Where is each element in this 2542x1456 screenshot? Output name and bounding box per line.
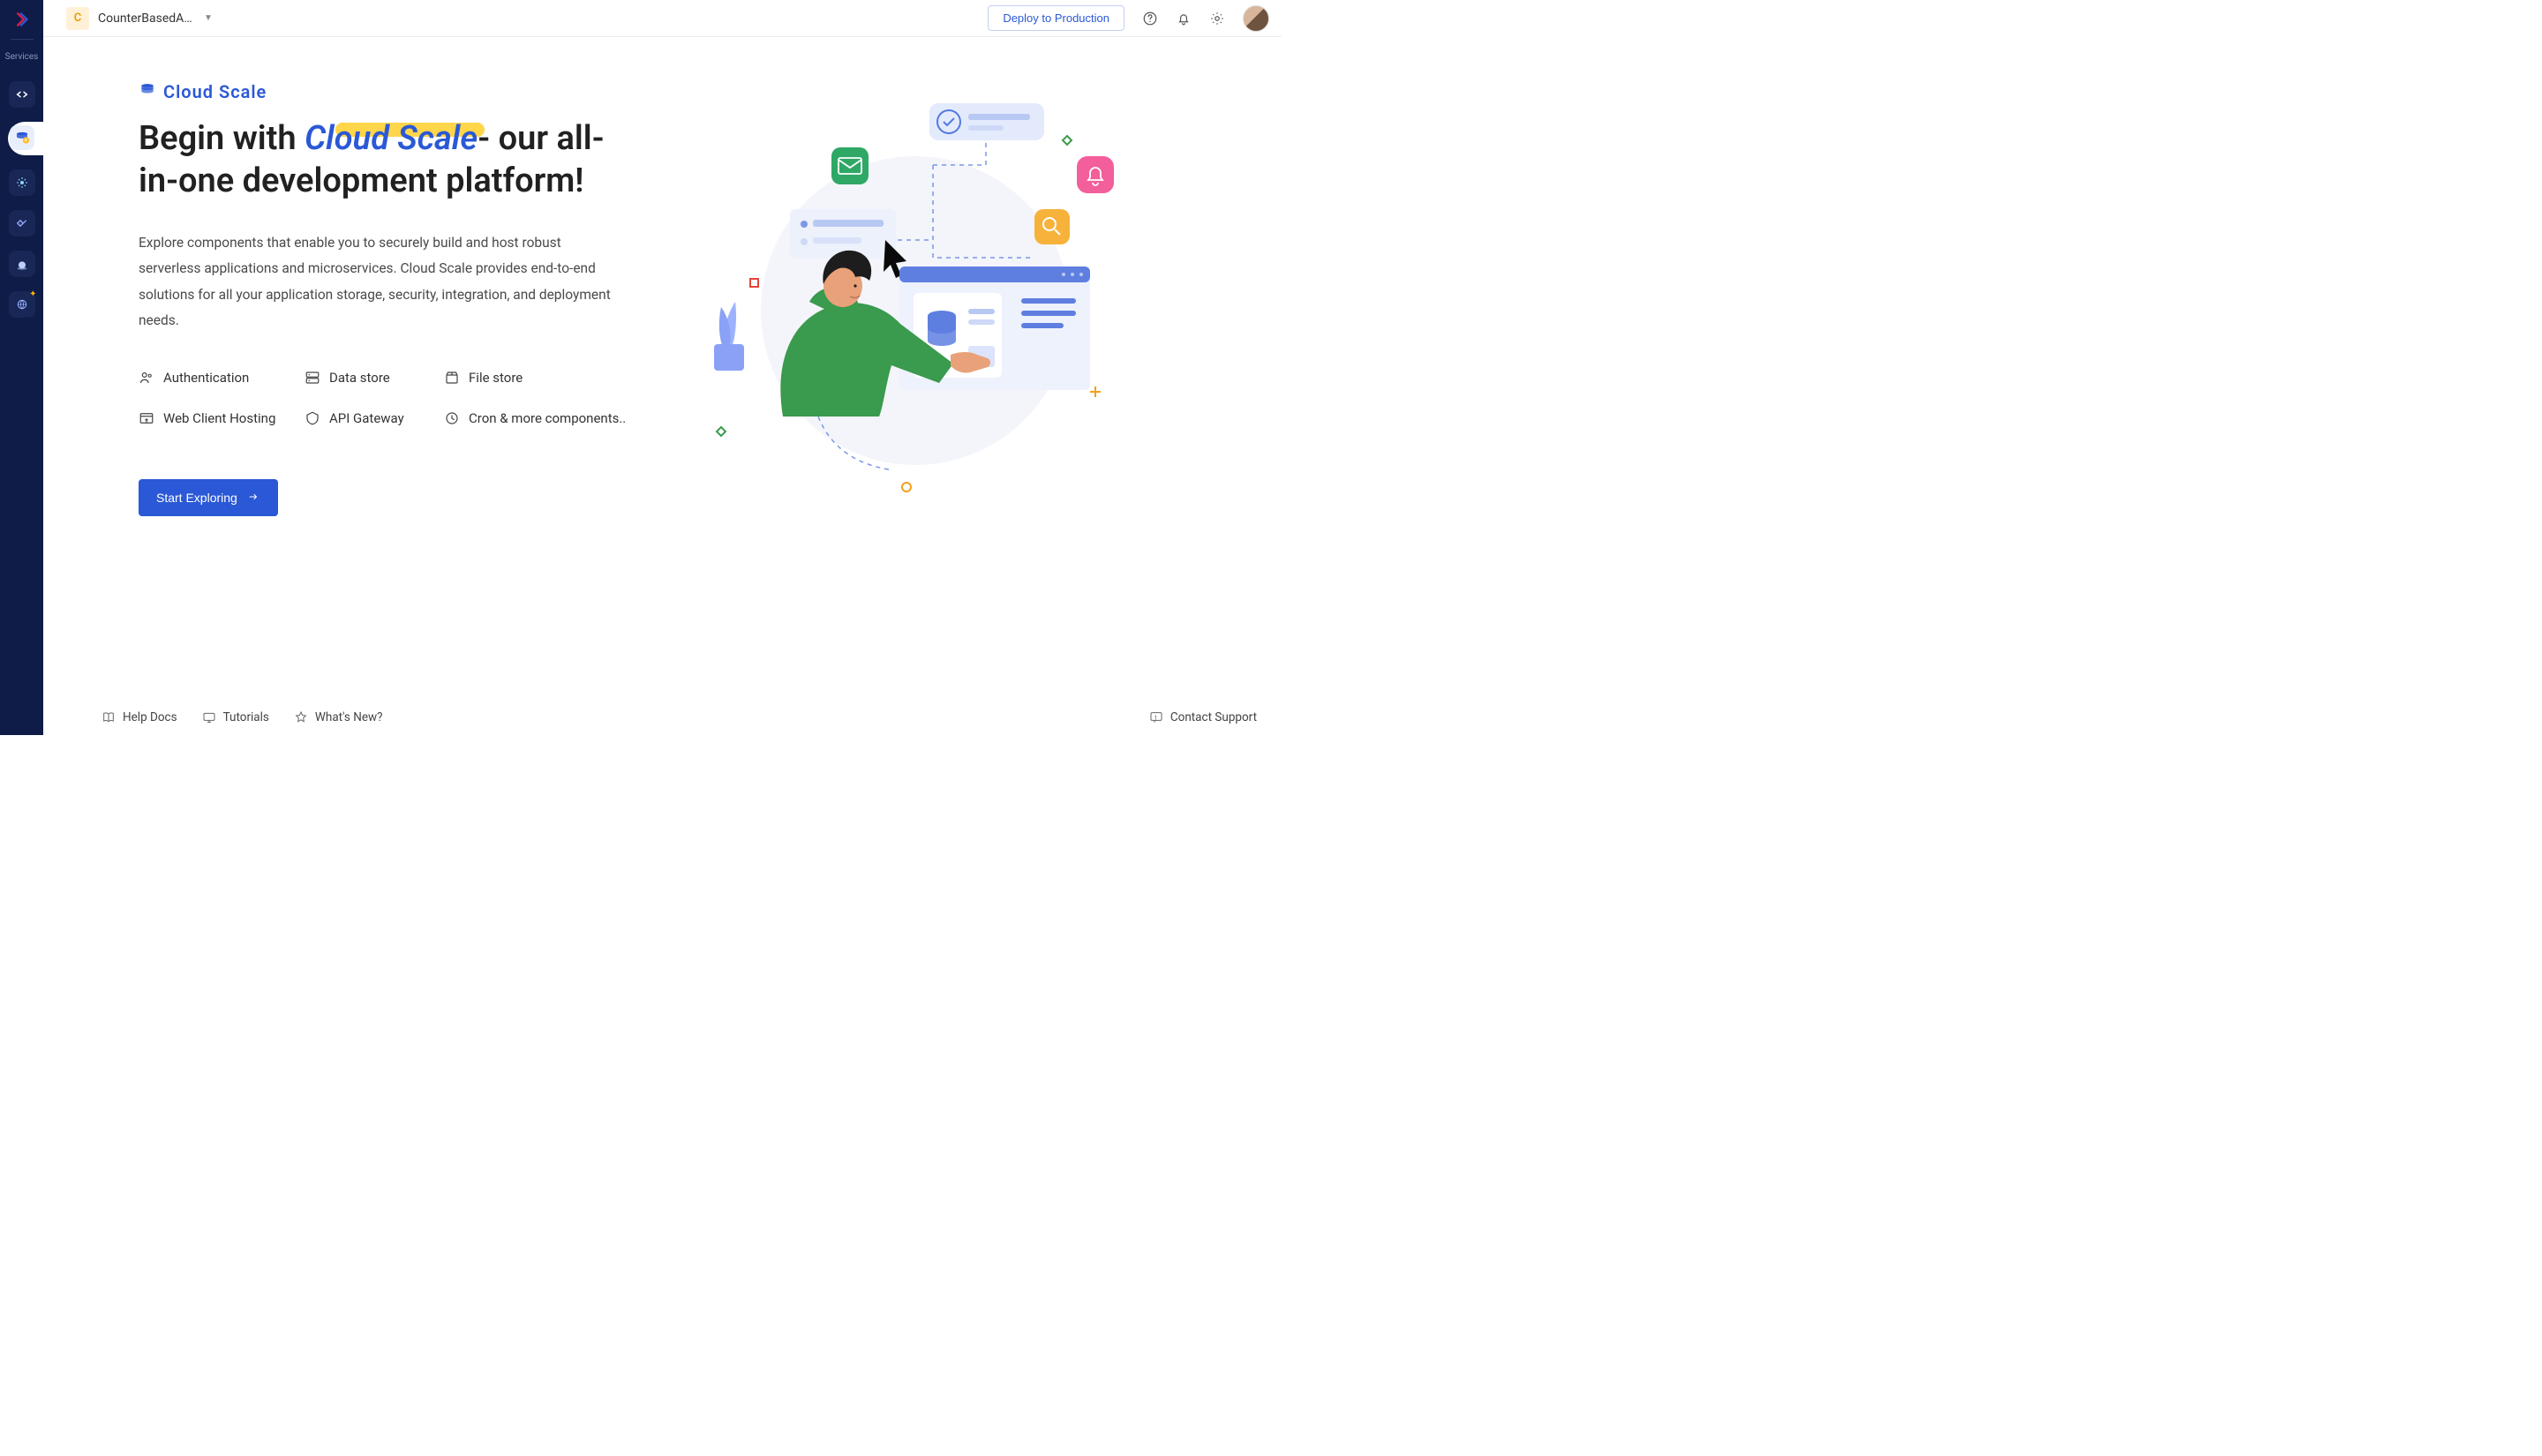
feature-label: File store xyxy=(469,370,523,386)
footer: Help Docs Tutorials What's New? Contact … xyxy=(43,700,1282,735)
sidebar-divider xyxy=(11,39,34,40)
feature-datastore: Data store xyxy=(305,370,437,386)
settings-icon[interactable] xyxy=(1209,11,1225,26)
headline-prefix: Begin with xyxy=(139,119,305,158)
feature-grid: Authentication Data store File store Web… xyxy=(139,370,633,426)
footer-whats-new[interactable]: What's New? xyxy=(294,710,383,724)
sidebar-item-develop[interactable] xyxy=(9,81,35,108)
user-icon xyxy=(139,370,154,386)
footer-label: Contact Support xyxy=(1170,710,1257,724)
topbar: C CounterBasedAl… ▼ Deploy to Production xyxy=(43,0,1282,37)
cta-label: Start Exploring xyxy=(156,491,237,505)
star-icon xyxy=(294,710,308,724)
app-logo-icon[interactable] xyxy=(11,9,33,30)
footer-help-docs[interactable]: Help Docs xyxy=(102,710,177,724)
feature-authentication: Authentication xyxy=(139,370,297,386)
content-column: Cloud Scale Begin with Cloud Scale- our … xyxy=(139,81,633,682)
feature-webclient: Web Client Hosting xyxy=(139,410,297,426)
project-name[interactable]: CounterBasedAl… xyxy=(98,11,195,26)
project-dropdown-icon[interactable]: ▼ xyxy=(204,13,213,23)
server-icon xyxy=(305,370,320,386)
brand-row: Cloud Scale xyxy=(139,81,633,102)
sidebar-item-quickml[interactable] xyxy=(9,169,35,196)
hero-illustration xyxy=(668,81,1211,682)
feature-label: Data store xyxy=(329,370,390,386)
help-icon[interactable] xyxy=(1142,11,1158,26)
project-badge: C xyxy=(66,7,89,30)
sparkle-icon: ✦ xyxy=(29,289,36,299)
cloudscale-brand-icon xyxy=(139,81,156,102)
arrow-right-icon xyxy=(246,491,260,505)
feature-label: Cron & more components.. xyxy=(469,410,626,426)
headline-accent: Cloud Scale xyxy=(305,119,478,158)
deploy-button[interactable]: Deploy to Production xyxy=(988,5,1124,31)
book-icon xyxy=(102,710,116,724)
footer-label: Tutorials xyxy=(223,710,269,724)
clock-icon xyxy=(444,410,460,426)
feature-apigateway: API Gateway xyxy=(305,410,437,426)
sidebar-item-ai[interactable]: ✦ xyxy=(9,291,35,318)
notifications-icon[interactable] xyxy=(1176,11,1192,26)
feature-label: Web Client Hosting xyxy=(163,410,275,426)
user-avatar[interactable] xyxy=(1243,5,1269,32)
feature-cron: Cron & more components.. xyxy=(444,410,633,426)
brand-name: Cloud Scale xyxy=(163,81,267,102)
browser-arrow-icon xyxy=(139,410,154,426)
cloudscale-nav-icon xyxy=(10,125,34,150)
feature-filestore: File store xyxy=(444,370,633,386)
sidebar-item-cloudscale[interactable] xyxy=(0,120,43,155)
footer-label: What's New? xyxy=(315,710,383,724)
sidebar-item-pipelines[interactable] xyxy=(9,210,35,236)
feature-label: API Gateway xyxy=(329,410,404,426)
footer-contact-support[interactable]: Contact Support xyxy=(1149,710,1257,724)
chat-icon xyxy=(1149,710,1163,724)
main-content: Cloud Scale Begin with Cloud Scale- our … xyxy=(43,37,1282,700)
sidebar: Services ✦ xyxy=(0,0,43,735)
sidebar-group-label: Services xyxy=(5,52,39,62)
feature-label: Authentication xyxy=(163,370,249,386)
box-icon xyxy=(444,370,460,386)
footer-label: Help Docs xyxy=(123,710,177,724)
sidebar-item-zia[interactable] xyxy=(9,251,35,277)
footer-tutorials[interactable]: Tutorials xyxy=(202,710,269,724)
start-exploring-button[interactable]: Start Exploring xyxy=(139,479,278,516)
page-headline: Begin with Cloud Scale- our all-in-one d… xyxy=(139,118,615,202)
monitor-icon xyxy=(202,710,216,724)
page-body: Explore components that enable you to se… xyxy=(139,230,615,334)
gateway-icon xyxy=(305,410,320,426)
